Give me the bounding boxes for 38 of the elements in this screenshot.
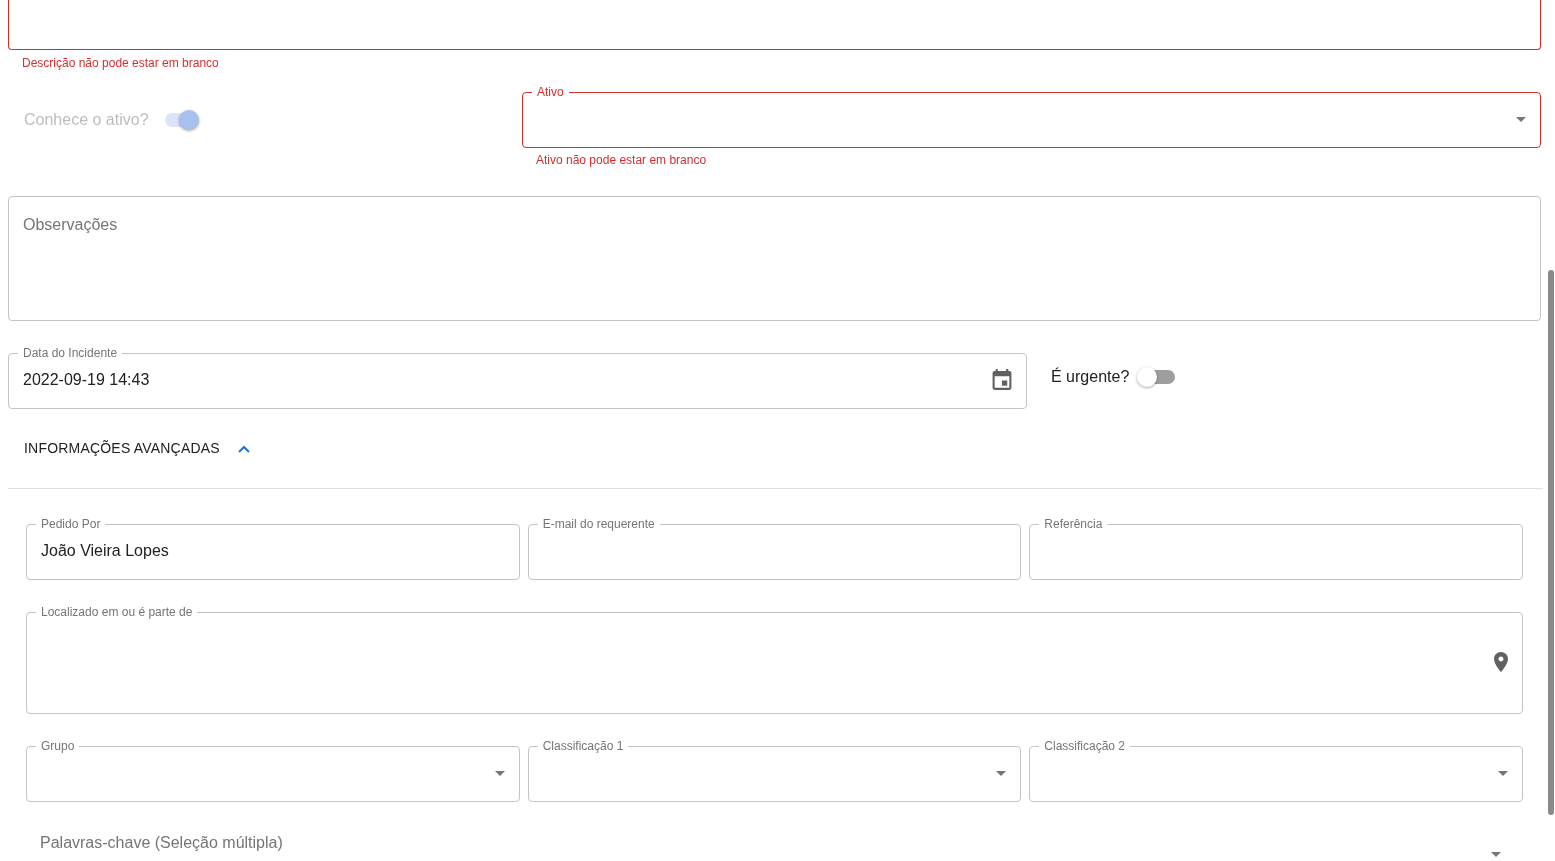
notes-field[interactable]: Observações [8,196,1541,321]
dropdown-caret-icon [494,770,505,776]
field-label: Ativo [536,84,565,100]
dropdown-caret-icon [996,770,1007,776]
notes-placeholder: Observações [23,216,118,233]
error-message: Ativo não pode estar em branco [536,152,708,168]
field-label: Pedido Por [40,516,102,532]
location-field[interactable]: Localizado em ou é parte de [26,604,1523,714]
keywords-select[interactable]: Palavras-chave (Seleção múltipla) [26,829,1523,857]
accordion-header[interactable]: INFORMAÇÕES AVANÇADAS [24,438,250,459]
field-label: Classificação 1 [541,738,625,754]
field-label: Referência [1043,516,1104,532]
field-label: Data do Incidente [22,345,119,361]
select-field[interactable]: Classificação 1 [527,738,1022,802]
dropdown-caret-icon [1491,852,1501,857]
field-label: Grupo [40,738,76,754]
switch-label: É urgente? [1051,366,1130,387]
switch-label: Conhece o ativo? [24,110,149,130]
field-label: Classificação 2 [1043,738,1127,754]
dropdown-caret-icon [1498,770,1508,776]
date-value: 2022-09-19 14:43 [23,370,151,390]
field-label: E-mail do requerente [541,516,656,532]
error-message: Descrição não pode estar em branco [22,55,220,71]
select-field[interactable]: Grupo [26,738,520,802]
dropdown-caret-icon [1516,116,1526,122]
toggle-switch[interactable] [1137,366,1176,388]
select-field[interactable]: Classificação 2 [1029,738,1523,802]
field-label: Localizado em ou é parte de [40,604,194,620]
asset-select[interactable]: Ativo [522,84,1541,148]
text-field[interactable]: Pedido Por João Vieira Lopes [26,516,520,580]
field-value: João Vieira Lopes [41,541,169,561]
scrollbar-thumb[interactable] [1548,270,1554,815]
text-field[interactable]: Referência [1029,516,1523,580]
date-field[interactable]: Data do Incidente 2022-09-19 14:43 [8,345,1027,409]
map-pin-icon[interactable] [1494,652,1508,672]
calendar-icon[interactable] [992,369,1012,391]
description-field[interactable] [8,0,1541,50]
text-field[interactable]: E-mail do requerente [527,516,1022,580]
